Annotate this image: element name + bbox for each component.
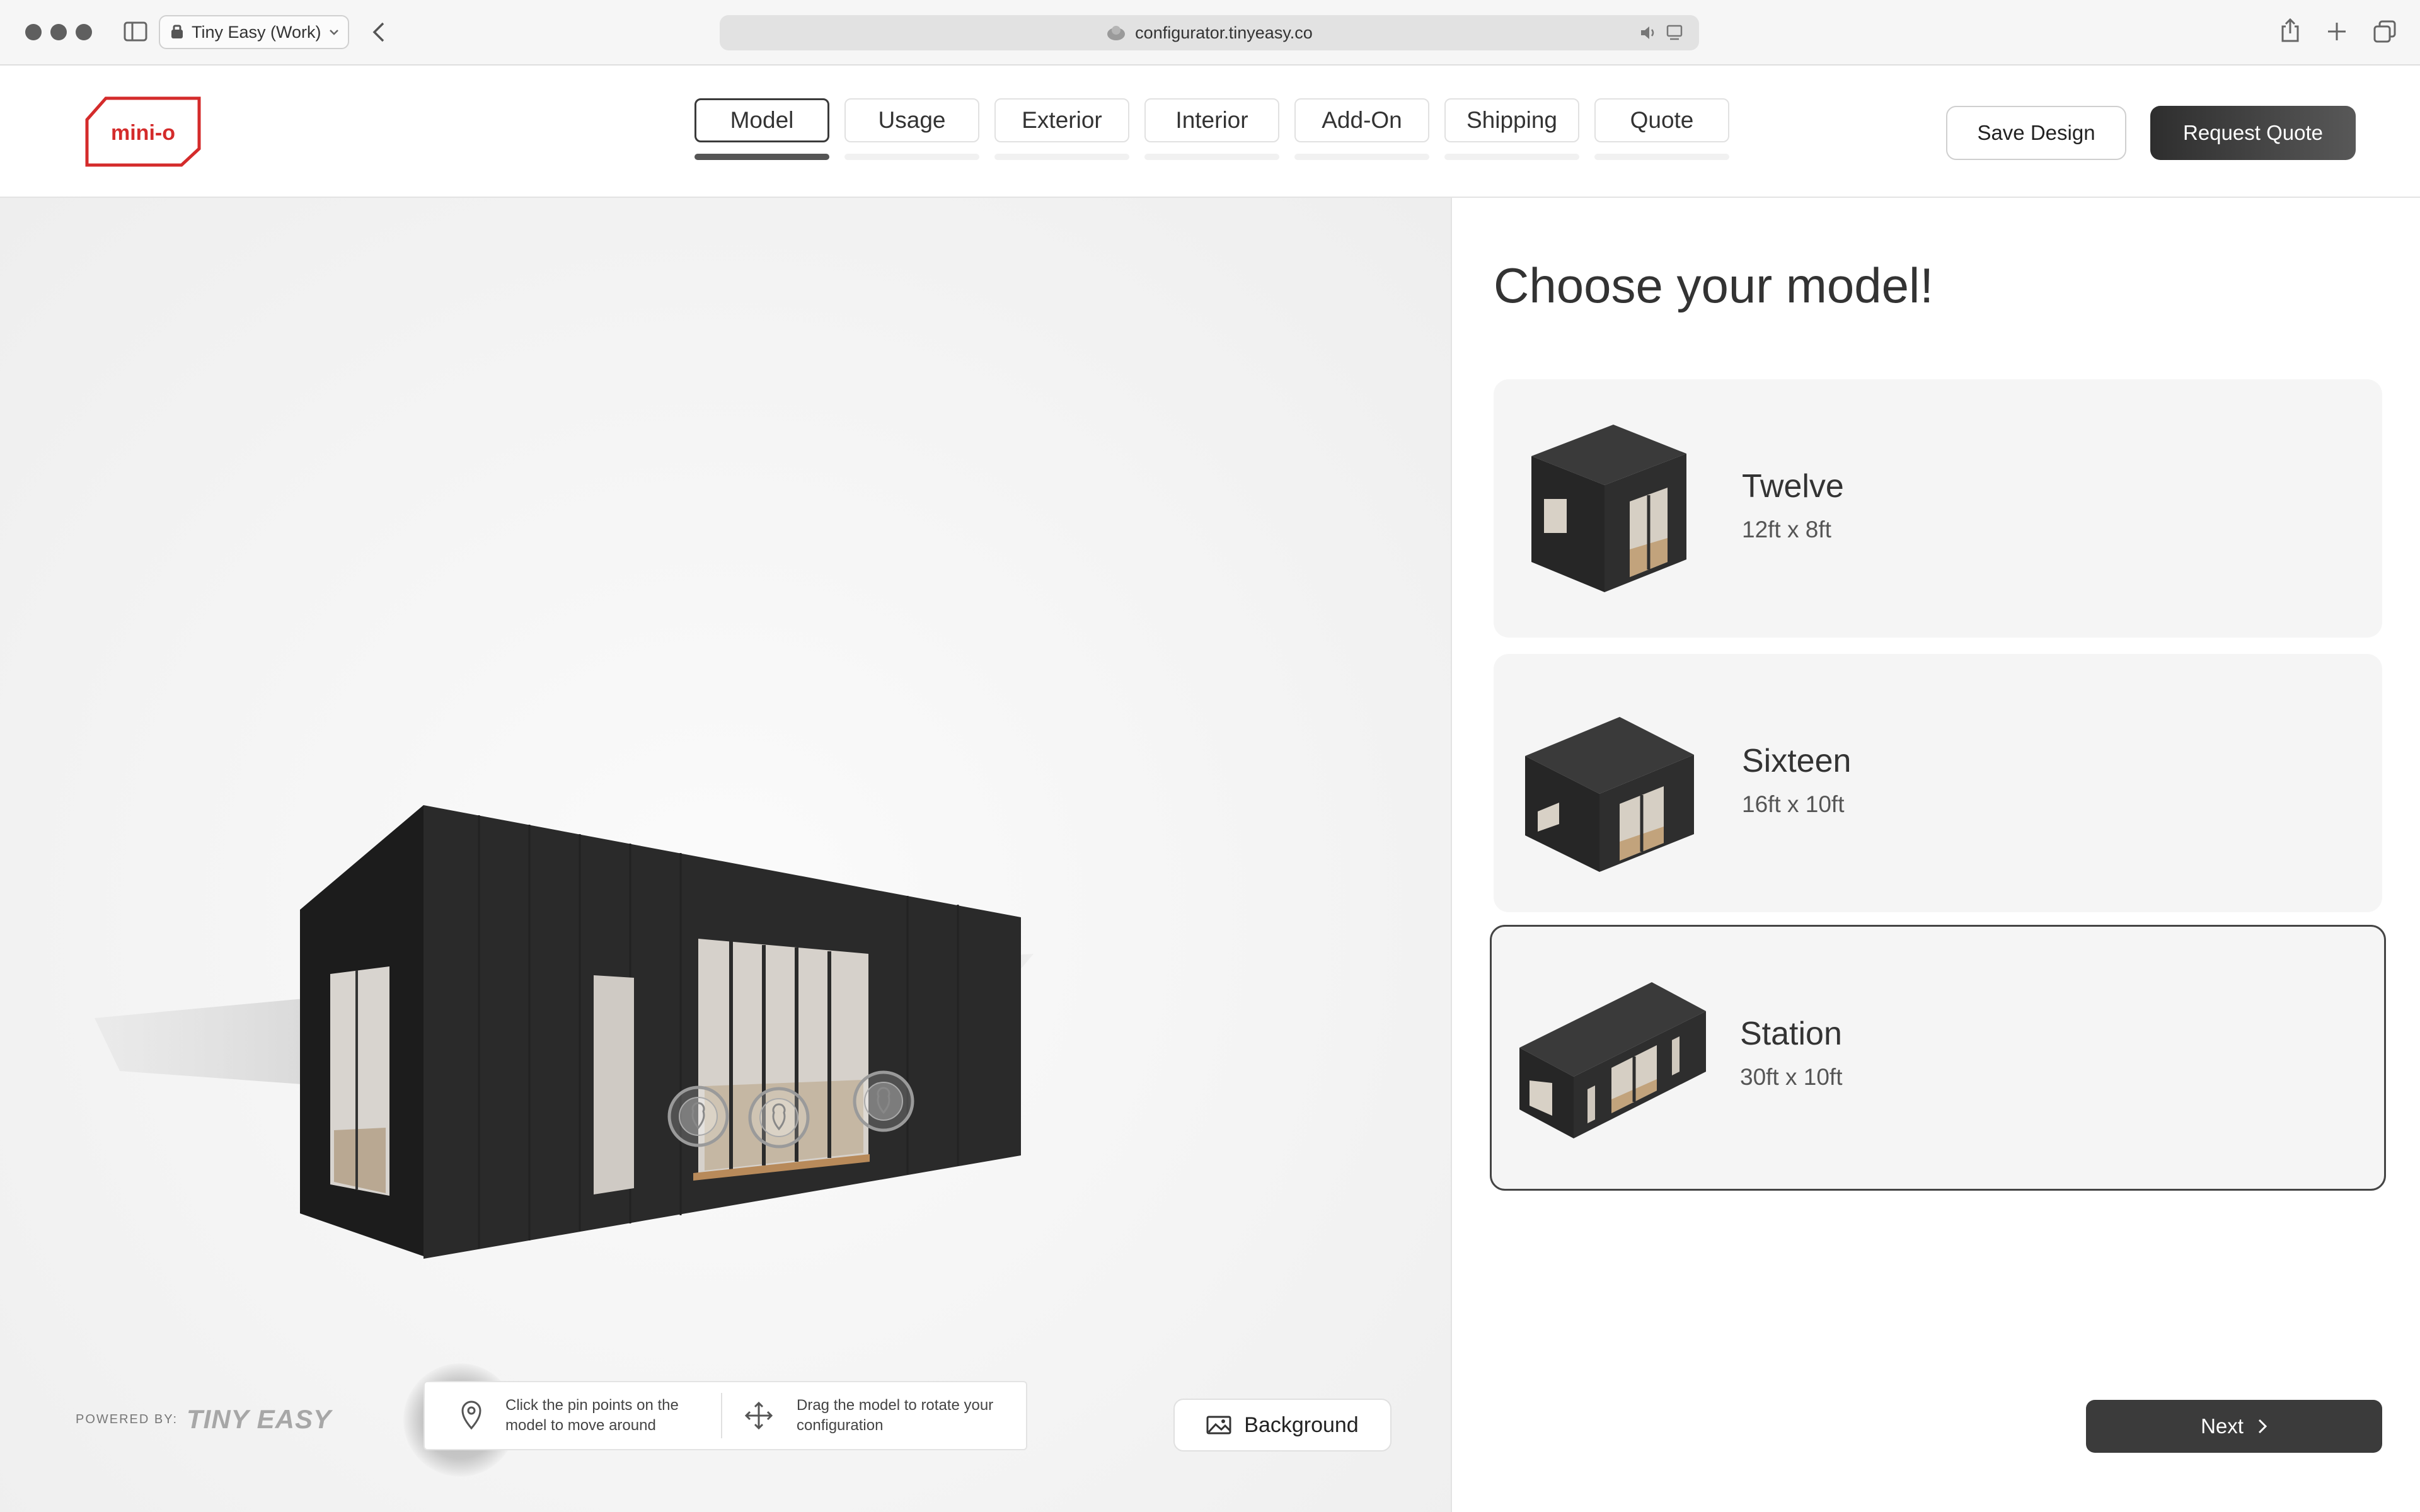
site-icon: [1107, 26, 1126, 40]
tab-label: Model: [694, 98, 829, 142]
viewer-hints: Click the pin points on the model to mov…: [424, 1381, 1027, 1450]
chevron-right-icon: [2258, 1419, 2267, 1434]
pin-hint-text: Click the pin points on the model to mov…: [505, 1397, 679, 1434]
background-button[interactable]: Background: [1173, 1399, 1392, 1452]
minimize-window-button[interactable]: [50, 24, 67, 40]
narrow-window: [594, 975, 634, 1194]
model-card-station[interactable]: Station 30ft x 10ft: [1490, 925, 2386, 1191]
profile-label: Tiny Easy (Work): [192, 22, 321, 42]
drag-hint: Drag the model to rotate your configurat…: [722, 1395, 1018, 1436]
tab-label: Interior: [1144, 98, 1279, 142]
model-card-twelve[interactable]: Twelve 12ft x 8ft: [1494, 379, 2382, 638]
sixteen-thumbnail: [1525, 717, 1694, 872]
step-tabs: Model Usage Exterior Interior Add-On Shi…: [694, 98, 1729, 160]
save-design-button[interactable]: Save Design: [1946, 106, 2126, 160]
model-name: Station: [1740, 1016, 1842, 1052]
pin-hint: Click the pin points on the model to mov…: [425, 1395, 721, 1436]
station-thumbnail: [1519, 982, 1706, 1138]
map-pin-icon: [461, 1400, 481, 1430]
drag-hint-text: Drag the model to rotate your configurat…: [797, 1397, 994, 1434]
new-tab-icon[interactable]: [2327, 21, 2347, 42]
tab-overview-icon[interactable]: [2373, 20, 2396, 43]
pin-point[interactable]: [667, 1085, 729, 1147]
tab-label: Quote: [1594, 98, 1729, 142]
image-icon: [1206, 1416, 1231, 1435]
back-icon[interactable]: [372, 21, 386, 43]
tab-usage[interactable]: Usage: [844, 98, 979, 160]
next-button[interactable]: Next: [2086, 1400, 2382, 1453]
mini-o-logo[interactable]: mini-o: [83, 94, 203, 169]
tab-label: Add-On: [1294, 98, 1429, 142]
audio-icon[interactable]: [1640, 25, 1660, 41]
profile-icon: [171, 25, 183, 38]
browser-toolbar: Tiny Easy (Work) configurator.tinyeasy.c…: [0, 0, 2420, 66]
twelve-thumbnail: [1531, 425, 1686, 592]
app-header: mini-o Model Usage Exterior Interior Add…: [0, 66, 2420, 198]
model-viewer[interactable]: POWERED BY: TINY EASY Click the pin poin…: [0, 198, 1451, 1512]
model-size: 30ft x 10ft: [1740, 1064, 1843, 1090]
tab-progress-bar: [994, 154, 1129, 160]
tab-label: Exterior: [994, 98, 1129, 142]
tab-shipping[interactable]: Shipping: [1444, 98, 1579, 160]
tab-quote[interactable]: Quote: [1594, 98, 1729, 160]
tab-label: Shipping: [1444, 98, 1579, 142]
powered-by: POWERED BY: TINY EASY: [76, 1404, 331, 1435]
tab-progress-bar: [1144, 154, 1279, 160]
tab-label: Usage: [844, 98, 979, 142]
tiny-house-3d-model[interactable]: [0, 198, 1451, 1512]
tab-progress-bar: [694, 154, 829, 160]
model-selection-panel: Choose your model! Twelve 12ft x 8ft Six…: [1451, 198, 2420, 1512]
pin-point[interactable]: [853, 1070, 914, 1132]
tiny-easy-logo[interactable]: TINY EASY: [187, 1404, 331, 1435]
tab-exterior[interactable]: Exterior: [994, 98, 1129, 160]
move-arrows-icon: [744, 1401, 773, 1430]
tab-progress-bar: [1594, 154, 1729, 160]
panel-title: Choose your model!: [1494, 258, 1934, 313]
background-button-label: Background: [1244, 1412, 1359, 1437]
reader-icon[interactable]: [1666, 25, 1684, 41]
tab-model[interactable]: Model: [694, 98, 829, 160]
request-quote-button[interactable]: Request Quote: [2150, 106, 2356, 160]
tab-interior[interactable]: Interior: [1144, 98, 1279, 160]
model-card-sixteen[interactable]: Sixteen 16ft x 10ft: [1494, 654, 2382, 912]
model-name: Sixteen: [1742, 743, 1852, 779]
url-text: configurator.tinyeasy.co: [1135, 23, 1313, 42]
share-icon[interactable]: [2280, 18, 2300, 43]
tab-progress-bar: [1444, 154, 1579, 160]
maximize-window-button[interactable]: [76, 24, 92, 40]
powered-by-label: POWERED BY:: [76, 1412, 178, 1426]
tab-progress-bar: [1294, 154, 1429, 160]
address-bar[interactable]: configurator.tinyeasy.co: [720, 15, 1699, 50]
next-button-label: Next: [2201, 1414, 2244, 1438]
model-name: Twelve: [1742, 468, 1844, 505]
close-window-button[interactable]: [25, 24, 42, 40]
model-size: 12ft x 8ft: [1742, 517, 1831, 542]
pin-point[interactable]: [748, 1087, 810, 1148]
tab-progress-bar: [844, 154, 979, 160]
chevron-down-icon: [329, 30, 338, 35]
profile-switcher[interactable]: Tiny Easy (Work): [159, 15, 349, 49]
model-size: 16ft x 10ft: [1742, 791, 1845, 817]
tab-add-on[interactable]: Add-On: [1294, 98, 1429, 160]
sidebar-icon[interactable]: [124, 21, 147, 42]
logo-text: mini-o: [111, 121, 175, 145]
end-window-interior: [334, 1128, 386, 1193]
